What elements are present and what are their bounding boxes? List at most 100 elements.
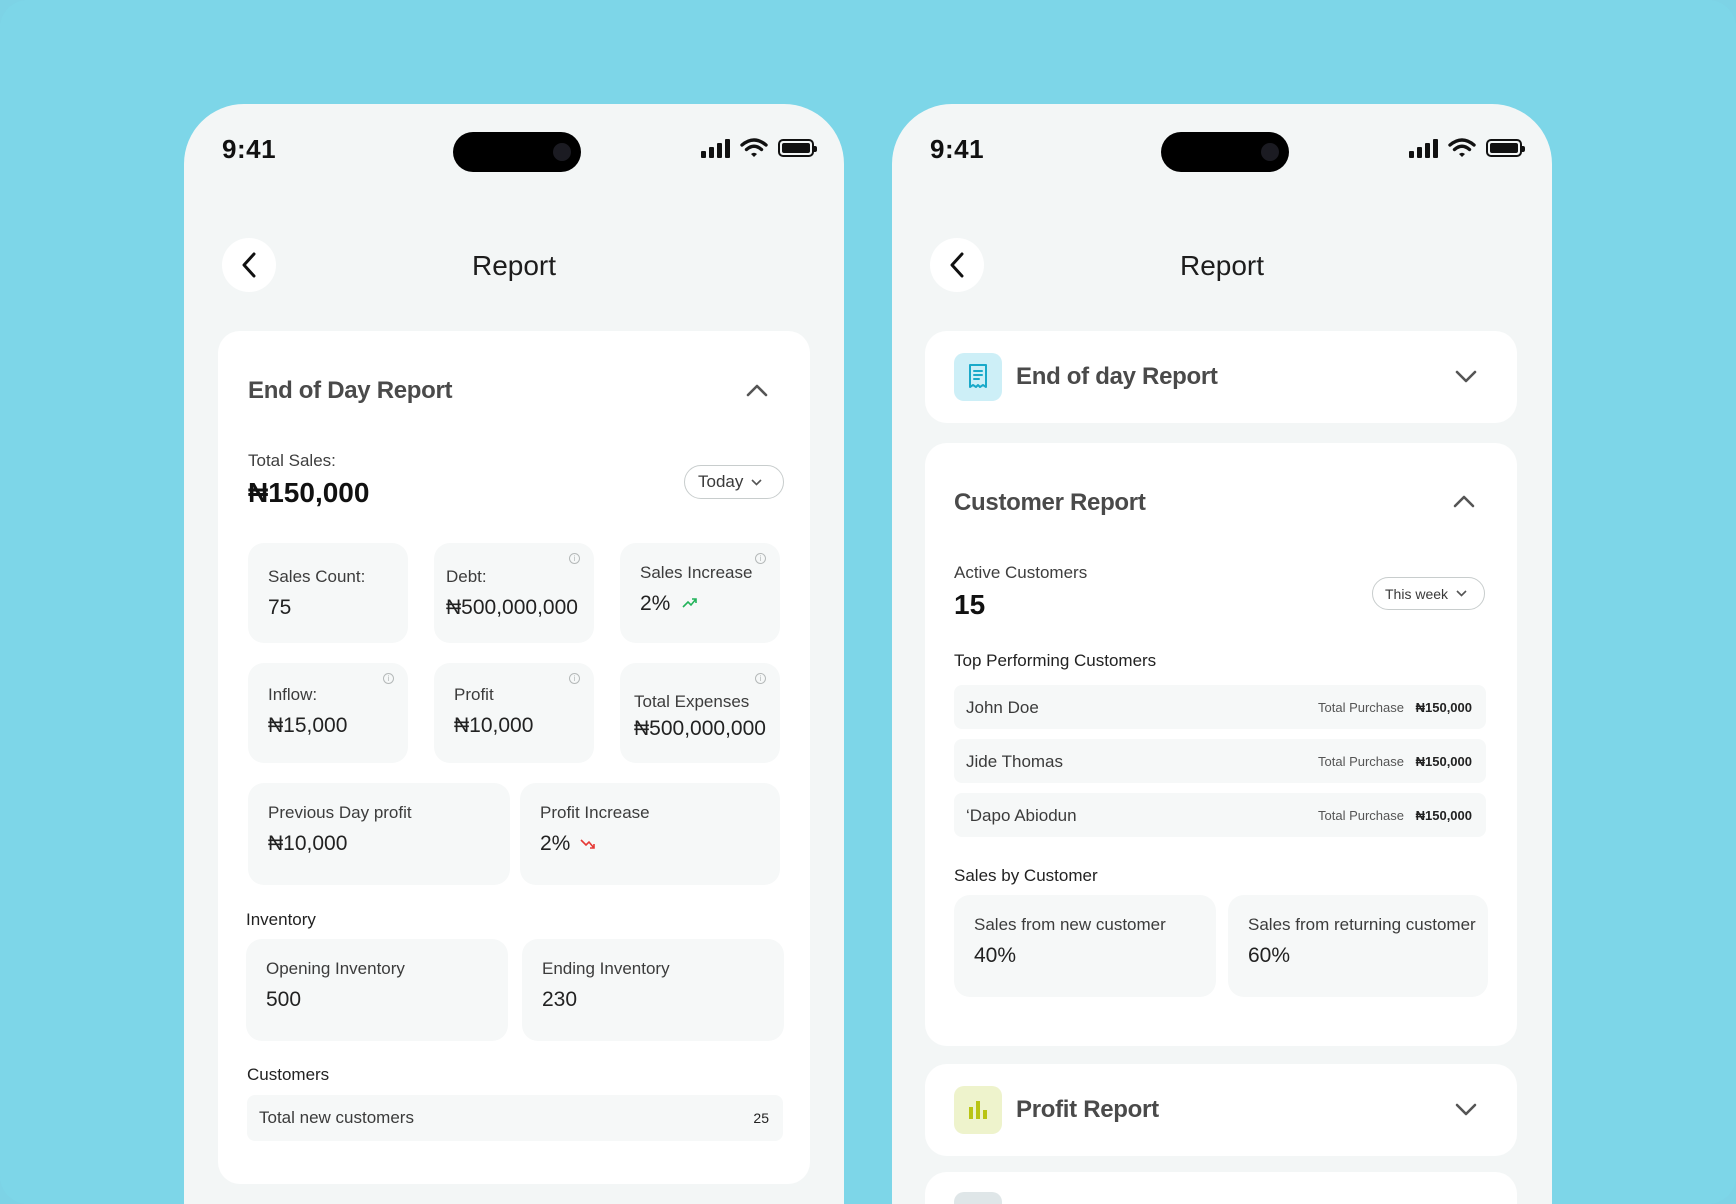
total-purchase-value: ₦150,000 [1415, 700, 1472, 715]
tile-opening-inventory: Opening Inventory 500 [246, 939, 508, 1041]
customers-heading: Customers [247, 1065, 330, 1084]
tile-total-expenses: i Total Expenses ₦500,000,000 [620, 663, 780, 763]
new-customers-label: Total new customers [259, 1108, 414, 1127]
total-purchase-value: ₦150,000 [1415, 808, 1472, 823]
canvas: 9:41 Report End of Day Report Total Sale… [0, 0, 1736, 1204]
info-icon[interactable]: i [383, 673, 394, 684]
receipt-icon [954, 353, 1002, 401]
chevron-down-icon[interactable] [1455, 1103, 1477, 1117]
trend-down-icon [580, 839, 595, 849]
tile-value: ₦500,000,000 [446, 596, 578, 619]
tile-label: Debt: [446, 567, 487, 586]
period-dropdown[interactable]: This week [1372, 577, 1485, 610]
next-report-card[interactable] [925, 1172, 1517, 1204]
tile-value: ₦10,000 [454, 714, 534, 737]
chevron-down-icon [1456, 590, 1467, 597]
tile-label: Sales Count: [268, 567, 366, 586]
total-purchase-label: Total Purchase [1318, 808, 1404, 823]
page-title: Report [1179, 250, 1265, 281]
tile-value: ₦500,000,000 [634, 717, 766, 740]
sales-by-customer-heading: Sales by Customer [954, 866, 1098, 885]
battery-icon [778, 139, 817, 157]
tile-sales-count: Sales Count: 75 [248, 543, 408, 643]
period-dropdown[interactable]: Today [684, 465, 784, 499]
chevron-down-icon[interactable] [1455, 370, 1477, 384]
tile-profit-increase: Profit Increase 2% [520, 783, 780, 885]
tile-label: Profit [454, 685, 494, 704]
customer-row[interactable]: Jide Thomas Total Purchase ₦150,000 [954, 739, 1486, 783]
total-sales-value: ₦150,000 [248, 477, 370, 508]
inventory-heading: Inventory [246, 910, 316, 929]
new-customers-value: 25 [753, 1110, 769, 1126]
battery-icon [1486, 139, 1525, 157]
page-title: Report [471, 250, 557, 281]
customer-row[interactable]: ‘Dapo Abiodun Total Purchase ₦150,000 [954, 793, 1486, 837]
chevron-up-icon[interactable] [1453, 494, 1475, 508]
info-icon[interactable]: i [755, 553, 766, 564]
phone-left: 9:41 Report End of Day Report Total Sale… [184, 104, 844, 1204]
tile-value: 40% [974, 944, 1017, 967]
tile-value: 75 [268, 596, 292, 619]
tile-inflow: i Inflow: ₦15,000 [248, 663, 408, 763]
customer-report-card: Customer Report Active Customers 15 This… [925, 443, 1517, 1046]
tile-value: 500 [266, 988, 302, 1011]
info-icon[interactable]: i [569, 673, 580, 684]
profit-report-collapsed[interactable]: Profit Report [925, 1064, 1517, 1156]
report-icon [954, 1192, 1002, 1204]
tile-label: Opening Inventory [266, 959, 405, 978]
status-icons [1409, 138, 1525, 158]
tile-sales-increase: i Sales Increase 2% [620, 543, 780, 643]
tile-label: Inflow: [268, 685, 318, 704]
tile-value: 60% [1248, 944, 1291, 967]
customer-name: ‘Dapo Abiodun [966, 806, 1077, 825]
customer-name: Jide Thomas [966, 752, 1064, 771]
trend-up-icon [682, 598, 697, 608]
tile-value: ₦15,000 [268, 714, 348, 737]
signal-icon [701, 138, 730, 158]
signal-icon [1409, 138, 1438, 158]
active-customers-value: 15 [954, 589, 986, 620]
dynamic-island [453, 132, 581, 172]
tile-label: Sales from new customer [974, 915, 1166, 934]
tile-label: Total Expenses [634, 692, 750, 711]
card-title: Profit Report [1016, 1096, 1159, 1123]
period-value: This week [1385, 585, 1449, 602]
tile-previous-day-profit: Previous Day profit ₦10,000 [248, 783, 510, 885]
customer-row[interactable]: John Doe Total Purchase ₦150,000 [954, 685, 1486, 729]
status-time: 9:41 [930, 134, 985, 164]
tile-label: Profit Increase [540, 803, 650, 822]
card-title: Customer Report [954, 489, 1146, 516]
tile-value: 230 [542, 988, 578, 1011]
active-customers-label: Active Customers [954, 563, 1088, 582]
tile-value: 2% [640, 592, 671, 615]
info-icon[interactable]: i [755, 673, 766, 684]
status-icons [701, 138, 817, 158]
phone-right: 9:41 Report End of day Report Customer R… [892, 104, 1552, 1204]
end-of-day-report-collapsed[interactable]: End of day Report [925, 331, 1517, 423]
tile-label: Ending Inventory [542, 959, 670, 978]
tile-debt: i Debt: ₦500,000,000 [434, 543, 594, 643]
new-customers-row: Total new customers 25 [247, 1095, 783, 1141]
tile-value: ₦10,000 [268, 832, 348, 855]
total-purchase-label: Total Purchase [1318, 754, 1404, 769]
card-title: End of day Report [1016, 363, 1218, 390]
tile-profit: i Profit ₦10,000 [434, 663, 594, 763]
end-of-day-report-card: End of Day Report Total Sales: ₦150,000 … [218, 331, 810, 1184]
wifi-icon [740, 138, 768, 157]
tile-label: Sales from returning customer [1248, 915, 1476, 934]
tile-sales-new-customer: Sales from new customer 40% [954, 895, 1216, 997]
total-purchase-label: Total Purchase [1318, 700, 1404, 715]
customer-name: John Doe [966, 698, 1039, 717]
chevron-up-icon[interactable] [746, 383, 768, 397]
total-sales-label: Total Sales: [248, 451, 336, 470]
total-purchase-value: ₦150,000 [1415, 754, 1472, 769]
wifi-icon [1448, 138, 1476, 157]
tile-sales-returning-customer: Sales from returning customer 60% [1228, 895, 1488, 997]
status-time: 9:41 [222, 134, 277, 164]
card-title: End of Day Report [248, 377, 453, 404]
tile-label: Previous Day profit [268, 803, 412, 822]
tile-value: 2% [540, 832, 571, 855]
dynamic-island [1161, 132, 1289, 172]
info-icon[interactable]: i [569, 553, 580, 564]
period-value: Today [698, 472, 744, 491]
